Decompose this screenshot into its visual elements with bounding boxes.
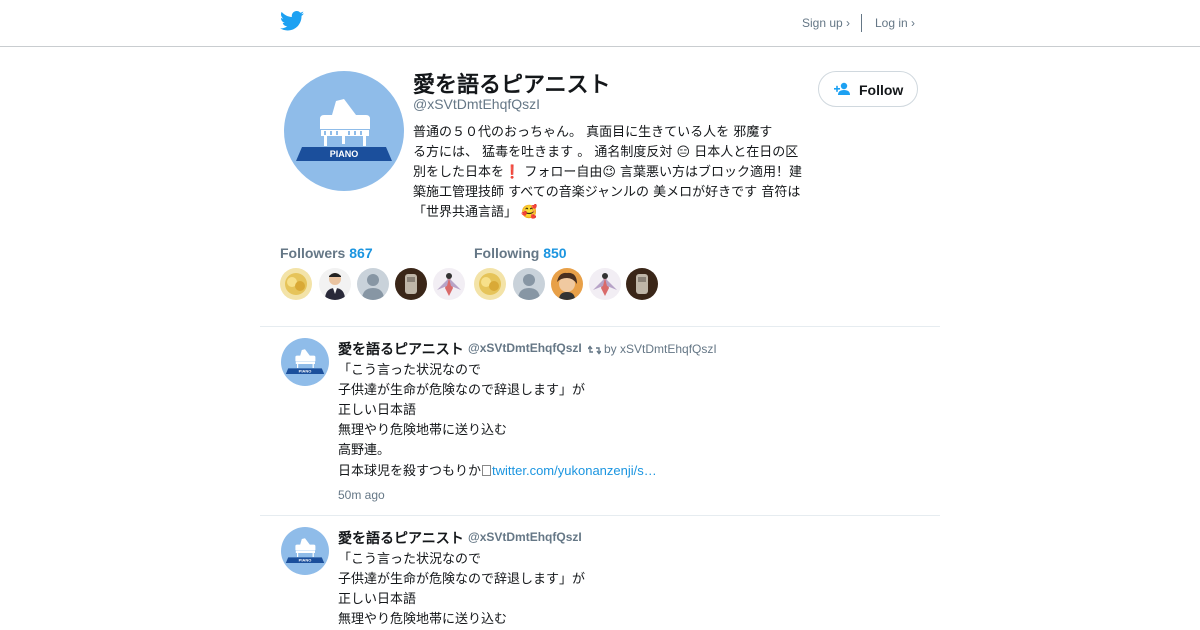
tweet-line: 正しい日本語	[338, 592, 417, 607]
bio-line: 別をした日本を❗ フォロー自由😉 言葉悪い方はブロック適用！建	[413, 165, 803, 180]
following-avatar[interactable]	[513, 268, 545, 300]
following-avatar[interactable]	[551, 268, 583, 300]
twitter-bird-icon[interactable]	[280, 11, 304, 31]
tweet-line: 子供達が生命が危険なので辞退します」が	[338, 572, 586, 587]
follower-avatar[interactable]	[433, 268, 465, 300]
tweet-avatar[interactable]: PIANO	[281, 527, 329, 575]
follower-avatar[interactable]	[357, 268, 389, 300]
bio-line: る方には、 猛毒を吐きます 。 通名制度反対 😑 日本人と在日の区	[413, 145, 799, 160]
timeline-divider	[260, 326, 940, 327]
follower-avatar[interactable]	[395, 268, 427, 300]
tweet-author-handle[interactable]: @xSVtDmtEhqfQszI	[468, 530, 582, 544]
tweet-line-text: 日本球児を殺すつもりか	[338, 464, 482, 479]
follower-avatar[interactable]	[280, 268, 312, 300]
retweet-icon	[587, 345, 602, 355]
timeline-divider	[260, 515, 940, 516]
follow-button[interactable]: Follow	[818, 71, 918, 107]
login-link[interactable]: Log in ›	[875, 16, 915, 30]
following-avatar[interactable]	[589, 268, 621, 300]
tweet-line: 正しい日本語	[338, 403, 417, 418]
followers-stat[interactable]: Followers 867	[280, 245, 373, 261]
tweet-author-handle[interactable]: @xSVtDmtEhqfQszI	[468, 341, 582, 355]
follow-label: Follow	[859, 82, 904, 98]
tweet-timestamp[interactable]: 50m ago	[338, 488, 385, 502]
tweet-line: 無理やり危険地帯に送り込む	[338, 423, 508, 438]
profile-bio: 普通の５０代のおっちゃん。 真面目に生きている人を 邪魔す る方には、 猛毒を吐…	[413, 123, 833, 223]
avatar-text: PIANO	[299, 368, 312, 373]
nav-divider	[861, 14, 862, 32]
bio-line: 築施工管理技師 すべての音楽ジャンルの 美メロが好きです 音符は	[413, 185, 801, 200]
tweet-line: 「こう言った状況なので	[338, 552, 482, 567]
following-label: Following	[474, 245, 540, 261]
tweet-avatar[interactable]: PIANO	[281, 338, 329, 386]
tweet-author-name[interactable]: 愛を語るピアニスト	[338, 528, 464, 548]
following-count: 850	[543, 245, 567, 261]
missing-glyph-icon	[482, 465, 492, 476]
piano-logo-icon: PIANO	[285, 349, 325, 374]
following-avatar[interactable]	[626, 268, 658, 300]
follower-avatar[interactable]	[319, 268, 351, 300]
add-user-icon	[834, 82, 850, 95]
top-bar: Sign up › Log in ›	[0, 0, 1200, 47]
tweet-line: 「こう言った状況なので	[338, 363, 482, 378]
tweet-line: 日本球児を殺すつもりか twitter.com/yukonanzenji/s…	[338, 461, 657, 482]
bio-line: 「世界共通言語」 🥰	[413, 205, 538, 220]
retweet-by: by xSVtDmtEhqfQszI	[604, 342, 717, 356]
tweet-line: 無理やり危険地帯に送り込む	[338, 612, 508, 627]
tweet-line: 子供達が生命が危険なので辞退します」が	[338, 383, 586, 398]
tweet-author-name[interactable]: 愛を語るピアニスト	[338, 339, 464, 359]
bio-line: 普通の５０代のおっちゃん。 真面目に生きている人を 邪魔す	[413, 125, 773, 140]
piano-logo-icon: PIANO	[285, 538, 325, 563]
tweet-text: 「こう言った状況なので 子供達が生命が危険なので辞退します」が 正しい日本語 無…	[338, 550, 585, 630]
profile-name: 愛を語るピアニスト	[413, 73, 611, 98]
followers-label: Followers	[280, 245, 346, 261]
tweet-text: 「こう言った状況なので 子供達が生命が危険なので辞退します」が 正しい日本語 無…	[338, 361, 657, 482]
profile-handle: @xSVtDmtEhqfQszI	[413, 96, 541, 112]
followers-count: 867	[349, 245, 373, 261]
profile-avatar[interactable]: PIANO	[284, 71, 404, 191]
following-stat[interactable]: Following 850	[474, 245, 567, 261]
avatar-text: PIANO	[299, 557, 312, 562]
retweet-info: by xSVtDmtEhqfQszI	[587, 342, 717, 356]
piano-logo-icon: PIANO	[296, 99, 392, 161]
avatar-text: PIANO	[330, 149, 359, 159]
tweet-line: 高野連。	[338, 443, 391, 458]
signup-link[interactable]: Sign up ›	[802, 16, 850, 30]
following-avatar[interactable]	[474, 268, 506, 300]
tweet-link[interactable]: twitter.com/yukonanzenji/s…	[492, 463, 657, 478]
